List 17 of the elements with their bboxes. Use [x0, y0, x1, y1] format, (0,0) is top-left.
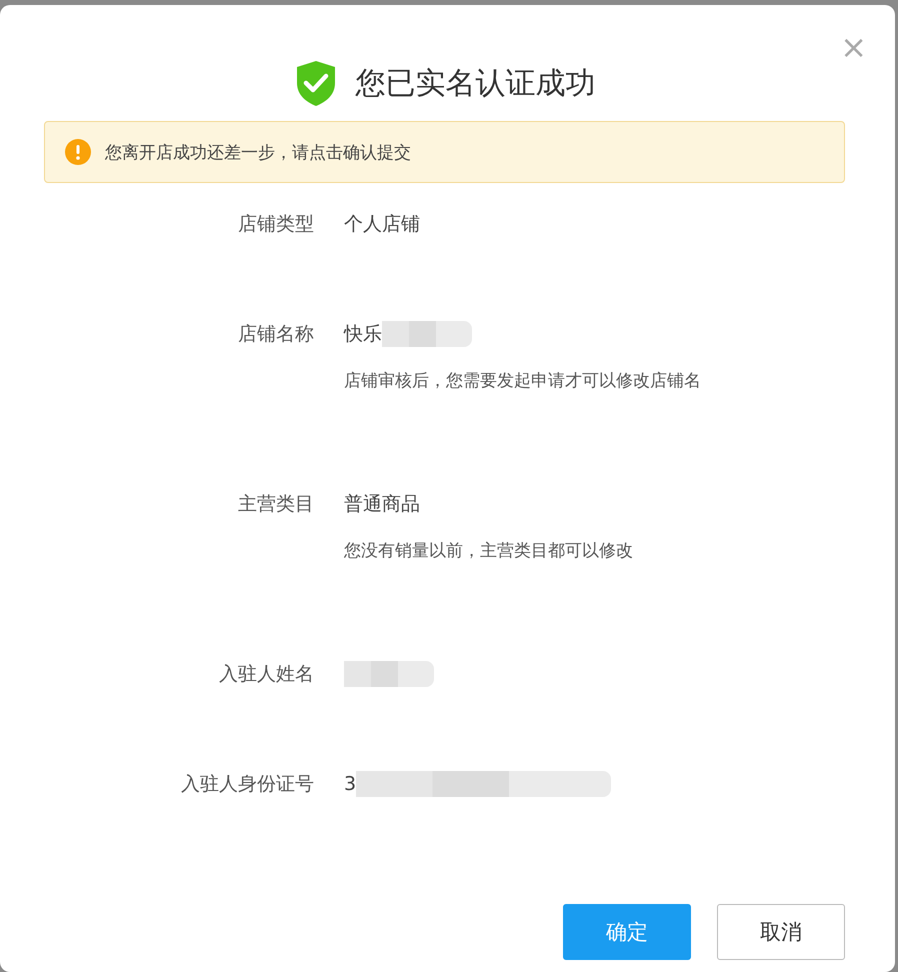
field-label: 入驻人姓名: [218, 662, 314, 687]
cancel-button[interactable]: 取消: [717, 904, 845, 960]
field-label: 店铺名称: [237, 322, 314, 347]
alert-text: 您离开店成功还差一步，请点击确认提交: [105, 142, 411, 164]
warning-icon: [65, 139, 91, 165]
field-label: 店铺类型: [237, 212, 314, 237]
field-hint: 店铺审核后，您需要发起申请才可以修改店铺名: [344, 370, 702, 392]
confirm-button[interactable]: 确定: [563, 904, 691, 960]
field-label: 主营类目: [237, 492, 314, 517]
field-value: 普通商品: [344, 492, 420, 517]
field-hint: 您没有销量以前，主营类目都可以修改: [344, 540, 634, 562]
dialog-title: 您已实名认证成功: [356, 64, 596, 102]
field-value: 个人店铺: [344, 212, 420, 237]
field-value: 快乐: [344, 322, 382, 347]
close-button[interactable]: ×: [840, 31, 867, 63]
field-value: 3: [344, 773, 356, 795]
field-label: 入驻人身份证号: [180, 772, 314, 797]
